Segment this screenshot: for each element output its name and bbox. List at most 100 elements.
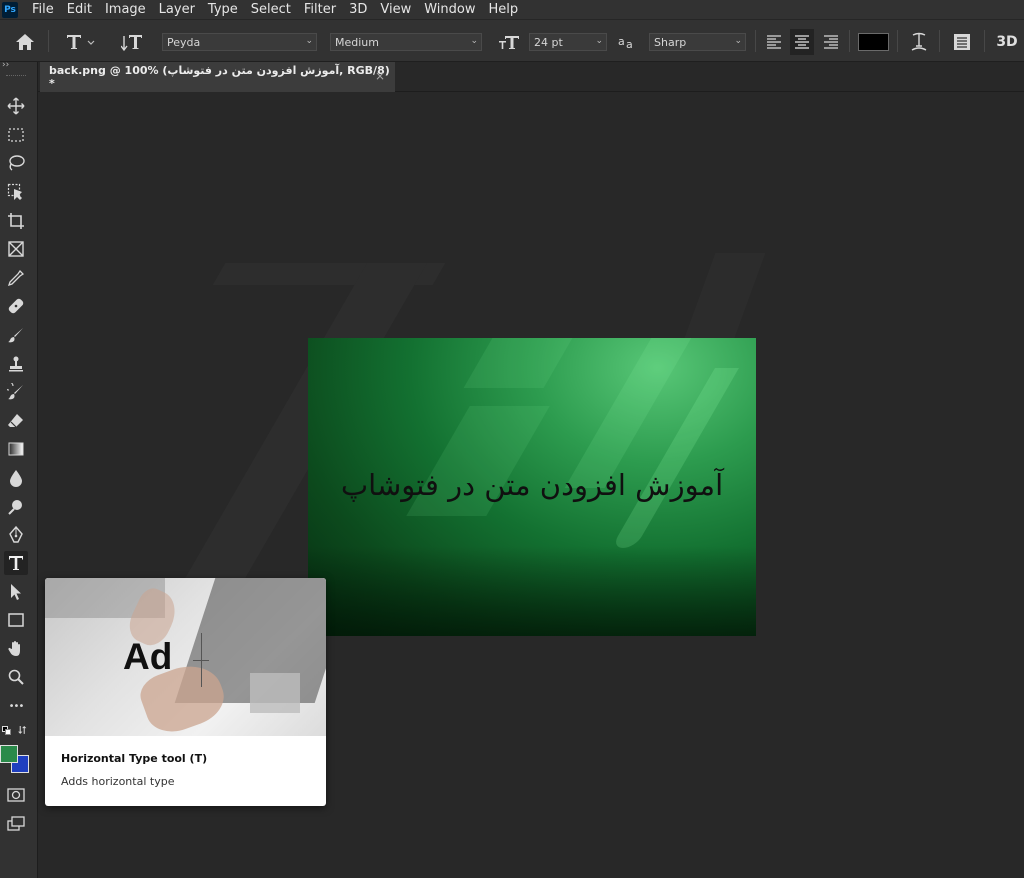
tooltip-preview-image: Ad: [45, 578, 326, 736]
separator: [849, 30, 850, 52]
zoom-icon: [8, 669, 24, 685]
swap-colors-icon[interactable]: ⮃: [18, 724, 27, 738]
rectangle-icon: [8, 613, 24, 627]
arrow-cursor-icon: [11, 584, 21, 600]
tooltip-preview-text: Ad: [123, 636, 173, 677]
default-colors-icon[interactable]: [2, 726, 12, 736]
chevron-down-icon: ⌄: [305, 36, 313, 46]
text-color-swatch: [857, 32, 889, 51]
antialias-select[interactable]: Sharp ⌄: [649, 33, 746, 51]
toolbar-grip[interactable]: [6, 75, 26, 77]
tooltip-description: Adds horizontal type: [61, 775, 175, 788]
menu-filter[interactable]: Filter: [304, 2, 336, 17]
spot-healing-brush-tool[interactable]: [4, 294, 28, 318]
document-tab[interactable]: back.png @ 100% (آموزش افزودن متن در فتو…: [40, 62, 395, 92]
marquee-icon: [8, 128, 24, 142]
font-size-select[interactable]: 24 pt ⌄: [529, 33, 607, 51]
antialias-value: Sharp: [654, 35, 687, 49]
document-image[interactable]: آموزش افزودن متن در فتوشاپ: [308, 338, 756, 636]
crop-icon: [8, 213, 24, 229]
crop-tool[interactable]: [4, 209, 28, 233]
path-selection-tool[interactable]: [4, 580, 28, 604]
menu-view[interactable]: View: [380, 2, 411, 17]
blur-tool[interactable]: [4, 466, 28, 490]
separator: [984, 30, 985, 52]
home-icon: [16, 33, 34, 50]
menu-image[interactable]: Image: [105, 2, 146, 17]
menu-type[interactable]: Type: [208, 2, 238, 17]
separator: [755, 30, 756, 52]
dodge-tool[interactable]: [4, 495, 28, 519]
menu-layer[interactable]: Layer: [159, 2, 195, 17]
menu-file[interactable]: File: [32, 2, 54, 17]
home-button[interactable]: [12, 20, 38, 63]
gradient-tool[interactable]: [4, 437, 28, 461]
dodge-icon: [8, 500, 22, 515]
text-color-button[interactable]: [857, 20, 889, 63]
menu-window[interactable]: Window: [424, 2, 475, 17]
move-icon: [7, 97, 25, 115]
object-selection-tool[interactable]: [4, 180, 28, 204]
rectangular-marquee-tool[interactable]: [4, 123, 28, 147]
font-family-select[interactable]: Peyda ⌄: [162, 33, 317, 51]
align-right-icon: [824, 34, 838, 49]
document-tab-bar: back.png @ 100% (آموزش افزودن متن در فتو…: [38, 62, 1024, 92]
clone-stamp-tool[interactable]: [4, 352, 28, 376]
align-left-button[interactable]: [762, 20, 786, 63]
hand-tool[interactable]: [4, 637, 28, 661]
hand-icon: [8, 641, 20, 656]
warp-text-button[interactable]: [906, 20, 932, 63]
frame-icon: [8, 241, 24, 257]
menu-3d[interactable]: 3D: [349, 2, 367, 17]
tool-preset-picker[interactable]: [60, 20, 100, 63]
chevron-down-icon: ⌄: [595, 36, 603, 46]
lasso-tool[interactable]: [4, 151, 28, 175]
antialias-icon: aa: [618, 35, 633, 50]
frame-tool[interactable]: [4, 237, 28, 261]
document-text-layer[interactable]: آموزش افزودن متن در فتوشاپ: [308, 468, 756, 502]
quick-mask-button[interactable]: [4, 783, 28, 807]
eraser-icon: [8, 414, 23, 428]
options-bar: Peyda ⌄ Medium ⌄ 24 pt ⌄ aa Sharp ⌄ 3D: [0, 19, 1024, 62]
text-orientation-icon: [121, 34, 142, 51]
text-cursor-baseline: [193, 660, 209, 661]
menu-help[interactable]: Help: [489, 2, 519, 17]
align-center-icon: [795, 35, 809, 49]
pen-icon: [9, 526, 23, 543]
font-style-select[interactable]: Medium ⌄: [330, 33, 482, 51]
eyedropper-tool[interactable]: [4, 266, 28, 290]
menu-edit[interactable]: Edit: [67, 2, 92, 17]
separator: [897, 30, 898, 52]
rectangle-tool[interactable]: [4, 608, 28, 632]
screen-mode-button[interactable]: [4, 812, 28, 836]
character-panel-button[interactable]: [949, 20, 975, 63]
foreground-color-swatch[interactable]: [0, 745, 18, 763]
align-right-button[interactable]: [819, 20, 843, 63]
menu-select[interactable]: Select: [251, 2, 291, 17]
zoom-tool[interactable]: [4, 665, 28, 689]
screen-mode-icon: [7, 816, 25, 831]
toolbar-expand-icon[interactable]: ››: [2, 60, 9, 70]
move-tool[interactable]: [4, 94, 28, 118]
pen-tool[interactable]: [4, 523, 28, 547]
close-icon[interactable]: ×: [375, 69, 385, 83]
brush-icon: [8, 328, 23, 343]
font-size-value: 24 pt: [534, 35, 563, 49]
font-style-value: Medium: [335, 35, 379, 49]
type-icon: [9, 556, 23, 570]
preview-object: [250, 673, 300, 713]
brush-tool[interactable]: [4, 323, 28, 347]
edit-toolbar-button[interactable]: •••: [4, 694, 28, 718]
align-center-button[interactable]: [790, 29, 814, 55]
eraser-tool[interactable]: [4, 409, 28, 433]
history-brush-tool[interactable]: [4, 380, 28, 404]
toggle-text-orientation-button[interactable]: [118, 20, 146, 63]
horizontal-type-tool[interactable]: [4, 551, 28, 575]
bandage-icon: [8, 298, 24, 314]
tools-panel: ›› ••• ⮃: [0, 60, 38, 878]
image-stripe: [463, 338, 573, 388]
object-selection-icon: [7, 183, 22, 200]
separator: [939, 30, 940, 52]
tool-tooltip: Ad Horizontal Type tool (T) Adds horizon…: [45, 578, 326, 806]
3d-mode-button[interactable]: 3D: [994, 20, 1020, 63]
